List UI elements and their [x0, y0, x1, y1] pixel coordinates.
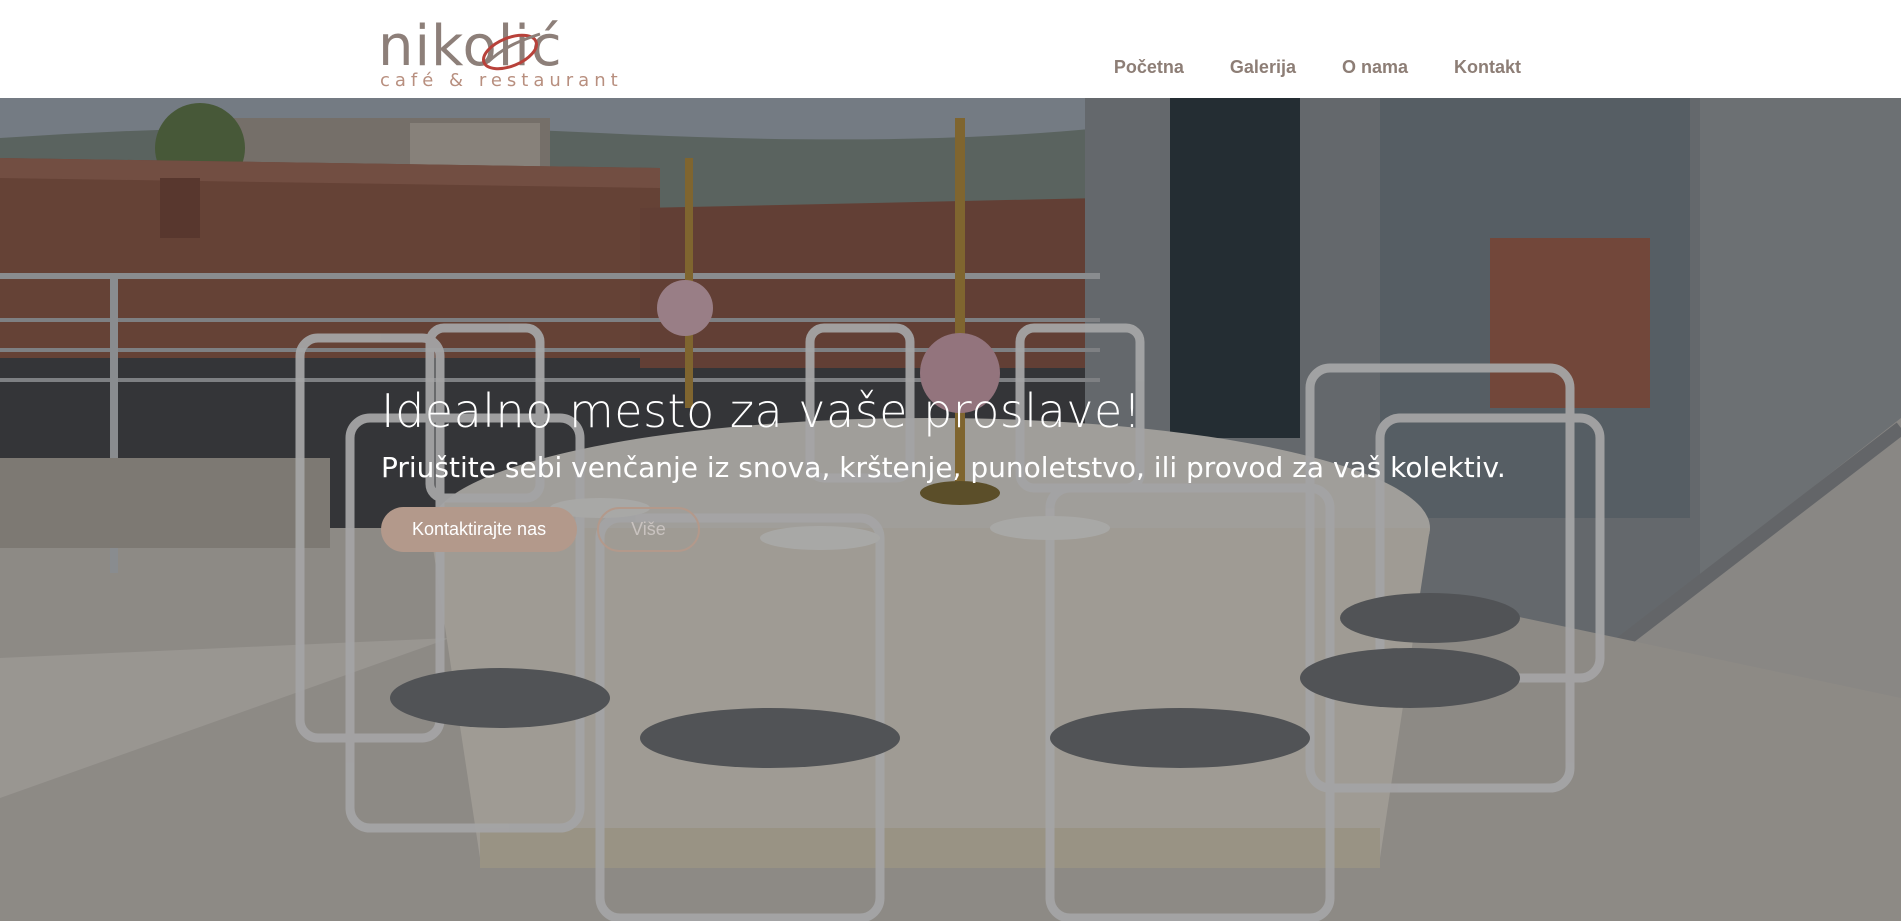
hero-subtitle: Priuštite sebi venčanje iz snova, kršten…: [381, 451, 1506, 484]
hero-title: Idealno mesto za vaše proslave!: [381, 384, 1142, 438]
main-nav: Početna Galerija O nama Kontakt: [1114, 55, 1521, 79]
more-button[interactable]: Više: [597, 507, 700, 552]
nav-item-pocetna[interactable]: Početna: [1114, 55, 1184, 79]
brand-logo[interactable]: nikolić café & restaurant: [378, 18, 618, 92]
site-header: nikolić café & restaurant Početna Galeri…: [0, 0, 1901, 98]
logo-swirl-icon: [482, 32, 541, 71]
brand-tagline: café & restaurant: [380, 70, 623, 91]
nav-item-galerija[interactable]: Galerija: [1230, 55, 1296, 79]
hero-section: Idealno mesto za vaše proslave! Priuštit…: [0, 98, 1901, 921]
nav-item-o-nama[interactable]: O nama: [1342, 55, 1408, 79]
hero-content: Idealno mesto za vaše proslave! Priuštit…: [381, 381, 1521, 552]
contact-us-button[interactable]: Kontaktirajte nas: [381, 507, 578, 552]
hero-buttons: Kontaktirajte nas Više: [381, 507, 1521, 552]
nav-item-kontakt[interactable]: Kontakt: [1454, 55, 1521, 79]
